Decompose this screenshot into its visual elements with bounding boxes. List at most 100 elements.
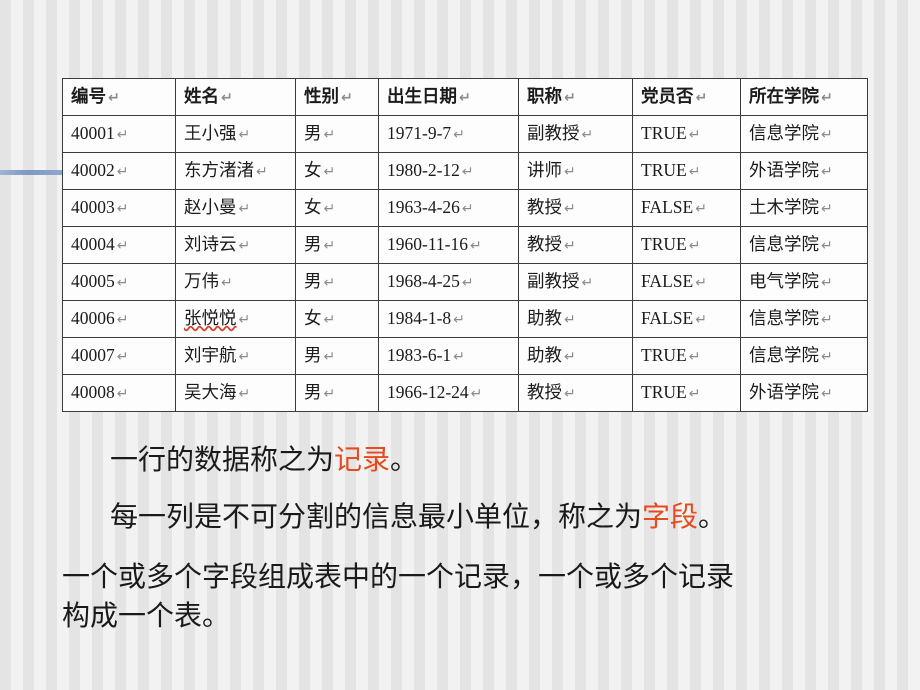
table-cell-name: 赵小曼 ↵ — [175, 189, 296, 227]
slide-canvas: 编号 ↵ 姓名 ↵ 性别 ↵ 出生日期 ↵ 职称 ↵ 党员否 ↵ 所在学院 ↵ 40001 ↵ 王小强 ↵ 男 ↵ 19… — [0, 0, 920, 690]
paragraph-field-definition: 每一列是不可分割的信息最小单位，称之为字段。 — [0, 497, 920, 538]
paragraph-mark-icon: ↵ — [688, 127, 701, 144]
table-cell-text-birth_date: 1984-1-8 — [387, 308, 452, 329]
table-row: 40006 ↵ 张悦悦 ↵ 女 ↵ 1984-1-8 ↵ 助教 ↵ FALSE ↵ 信息学院 ↵ — [62, 300, 868, 338]
table-cell-text-title: 教授 — [527, 382, 562, 403]
table-cell-text-college: 外语学院 — [749, 160, 819, 181]
table-cell-birth_date: 1983-6-1 ↵ — [378, 337, 519, 375]
table-cell-text-title: 教授 — [527, 197, 562, 218]
table-cell-text-college: 信息学院 — [749, 345, 819, 366]
table-cell-title: 教授 ↵ — [518, 226, 633, 264]
table-cell-text-birth_date: 1980-2-12 — [387, 160, 460, 181]
table-cell-text-name: 张悦悦 — [184, 308, 237, 329]
table-cell-text-party_member: FALSE — [641, 308, 694, 329]
table-cell-birth_date: 1966-12-24 ↵ — [378, 374, 519, 412]
table-cell-name: 刘诗云 ↵ — [175, 226, 296, 264]
paragraph-table-composition: 一个或多个字段组成表中的一个记录，一个或多个记录 构成一个表。 — [0, 559, 862, 636]
table-cell-text-party_member: TRUE — [641, 160, 687, 181]
table-header-cell-0: 编号 ↵ — [62, 78, 176, 116]
table-cell-id: 40008 ↵ — [62, 374, 176, 412]
paragraph-mark-icon: ↵ — [108, 90, 120, 107]
table-cell-birth_date: 1968-4-25 ↵ — [378, 263, 519, 301]
paragraph-mark-icon: ↵ — [238, 201, 251, 218]
table-cell-party_member: TRUE ↵ — [632, 226, 741, 264]
table-cell-college: 信息学院 ↵ — [740, 115, 868, 153]
table-cell-party_member: TRUE ↵ — [632, 337, 741, 375]
paragraph-mark-icon: ↵ — [461, 164, 474, 181]
paragraph-mark-icon: ↵ — [453, 349, 465, 366]
employee-data-table-container: 编号 ↵ 姓名 ↵ 性别 ↵ 出生日期 ↵ 职称 ↵ 党员否 ↵ 所在学院 ↵ 40001 ↵ 王小强 ↵ 男 ↵ 19… — [62, 78, 868, 412]
table-cell-text-id: 40005 — [71, 271, 115, 292]
table-cell-party_member: FALSE ↵ — [632, 263, 741, 301]
paragraph-mark-icon: ↵ — [323, 201, 336, 218]
table-cell-text-id: 40001 — [71, 123, 115, 144]
table-cell-id: 40006 ↵ — [62, 300, 176, 338]
table-cell-text-birth_date: 1983-6-1 — [387, 345, 452, 366]
table-cell-text-gender: 男 — [304, 234, 322, 255]
paragraph-mark-icon: ↵ — [470, 386, 483, 403]
paragraph-mark-icon: ↵ — [821, 349, 833, 366]
explanatory-text-block: 一行的数据称之为记录。 每一列是不可分割的信息最小单位，称之为字段。 一个或多个… — [0, 440, 920, 636]
paragraph-2-highlight-field: 字段 — [642, 502, 699, 534]
paragraph-spacer-2 — [0, 539, 920, 559]
paragraph-mark-icon: ↵ — [564, 164, 576, 181]
paragraph-mark-icon: ↵ — [238, 238, 251, 255]
paragraph-mark-icon: ↵ — [116, 312, 129, 329]
table-cell-text-id: 40002 — [71, 160, 115, 181]
table-cell-text-birth_date: 1971-9-7 — [387, 123, 452, 144]
paragraph-mark-icon: ↵ — [238, 127, 251, 144]
paragraph-mark-icon: ↵ — [116, 164, 129, 181]
table-cell-college: 外语学院 ↵ — [740, 374, 868, 412]
table-cell-text-id: 40004 — [71, 234, 115, 255]
table-row: 40005 ↵ 万伟 ↵ 男 ↵ 1968-4-25 ↵ 副教授 ↵ FALSE ↵ 电气学院 ↵ — [62, 263, 868, 301]
paragraph-mark-icon: ↵ — [695, 275, 707, 292]
table-cell-text-id: 40007 — [71, 345, 115, 366]
table-header-text: 党员否 — [641, 86, 694, 107]
table-cell-birth_date: 1980-2-12 ↵ — [378, 152, 519, 190]
paragraph-mark-icon: ↵ — [238, 386, 251, 403]
paragraph-1-highlight-record: 记录 — [334, 445, 391, 476]
table-cell-name: 刘宇航 ↵ — [175, 337, 296, 375]
table-cell-gender: 女 ↵ — [295, 300, 379, 338]
table-cell-name: 张悦悦 ↵ — [175, 300, 296, 338]
decorative-accent-rule — [0, 170, 63, 175]
table-cell-gender: 男 ↵ — [295, 263, 379, 301]
table-header-cell-4: 职称 ↵ — [518, 78, 633, 116]
table-cell-text-party_member: TRUE — [641, 382, 687, 403]
table-cell-birth_date: 1960-11-16 ↵ — [378, 226, 519, 264]
paragraph-mark-icon: ↵ — [323, 349, 336, 366]
paragraph-3-line-2: 构成一个表。 — [62, 600, 231, 632]
table-cell-name: 东方渚渚 ↵ — [175, 152, 296, 190]
table-cell-text-party_member: TRUE — [641, 123, 687, 144]
table-row: 40003 ↵ 赵小曼 ↵ 女 ↵ 1963-4-26 ↵ 教授 ↵ FALSE ↵ 土木学院 ↵ — [62, 189, 868, 227]
paragraph-mark-icon: ↵ — [116, 201, 129, 218]
paragraph-mark-icon: ↵ — [470, 238, 482, 255]
table-cell-text-gender: 男 — [304, 123, 322, 144]
table-cell-gender: 男 ↵ — [295, 374, 379, 412]
paragraph-mark-icon: ↵ — [116, 238, 129, 255]
table-row: 40001 ↵ 王小强 ↵ 男 ↵ 1971-9-7 ↵ 副教授 ↵ TRUE ↵ 信息学院 ↵ — [62, 115, 868, 153]
table-cell-title: 助教 ↵ — [518, 337, 633, 375]
table-cell-id: 40001 ↵ — [62, 115, 176, 153]
table-cell-title: 副教授 ↵ — [518, 115, 633, 153]
paragraph-1-text-before: 一行的数据称之为 — [110, 445, 335, 476]
table-cell-text-party_member: FALSE — [641, 271, 694, 292]
table-cell-gender: 女 ↵ — [295, 189, 379, 227]
paragraph-mark-icon: ↵ — [116, 349, 129, 366]
table-cell-text-name: 刘宇航 — [184, 345, 237, 366]
table-cell-text-college: 信息学院 — [749, 308, 819, 329]
table-cell-text-id: 40008 — [71, 382, 115, 403]
table-cell-text-party_member: TRUE — [641, 234, 687, 255]
table-header-cell-5: 党员否 ↵ — [632, 78, 741, 116]
paragraph-mark-icon: ↵ — [821, 312, 833, 329]
table-cell-gender: 男 ↵ — [295, 337, 379, 375]
paragraph-mark-icon: ↵ — [688, 386, 701, 403]
table-cell-title: 助教 ↵ — [518, 300, 633, 338]
table-cell-title: 副教授 ↵ — [518, 263, 633, 301]
table-cell-id: 40007 ↵ — [62, 337, 176, 375]
paragraph-mark-icon: ↵ — [688, 164, 701, 181]
table-cell-text-title: 讲师 — [527, 160, 562, 181]
table-header-text: 编号 — [71, 86, 106, 107]
paragraph-record-definition: 一行的数据称之为记录。 — [0, 440, 920, 481]
paragraph-mark-icon: ↵ — [323, 275, 336, 292]
